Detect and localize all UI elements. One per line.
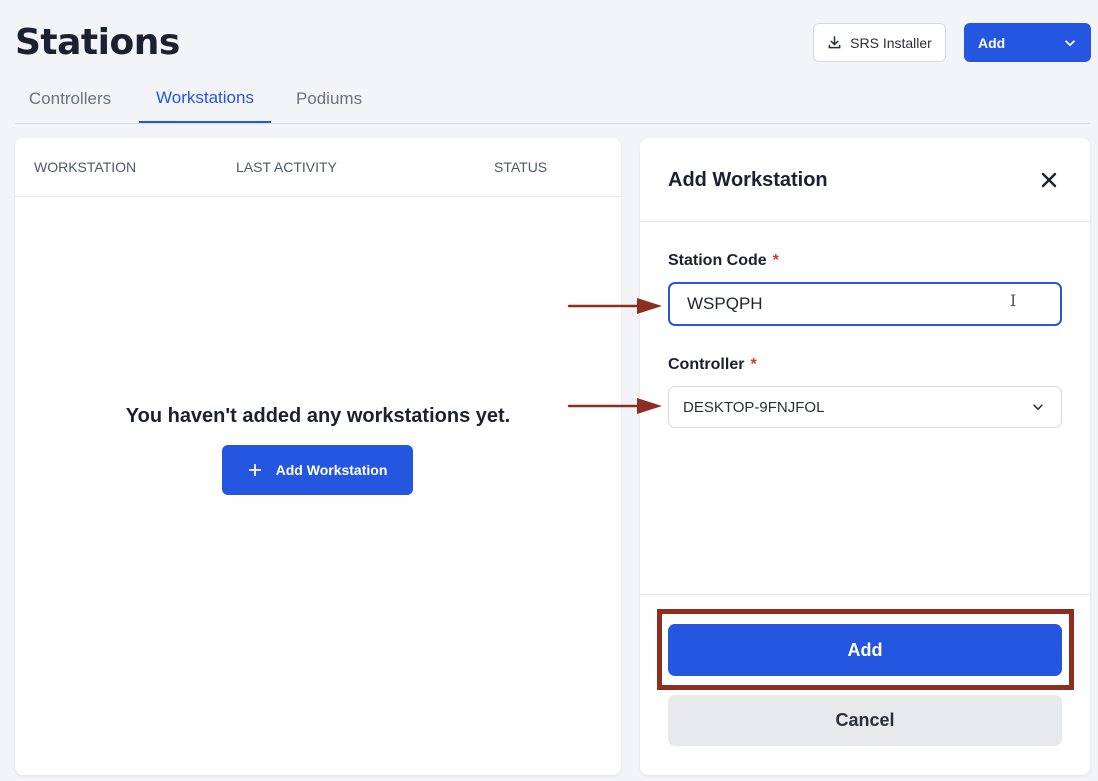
station-code-label: Station Code *: [668, 252, 779, 270]
workstation-list-panel: WORKSTATION LAST ACTIVITY STATUS You hav…: [15, 138, 621, 775]
add-dropdown-button[interactable]: Add: [964, 23, 1091, 62]
tab-controllers[interactable]: Controllers: [15, 75, 125, 123]
add-workstation-panel: Add Workstation Station Code * I Controll…: [640, 138, 1090, 775]
plus-icon: [248, 463, 261, 477]
add-workstation-button[interactable]: Add Workstation: [222, 445, 413, 495]
text-cursor-icon: I: [1010, 291, 1017, 310]
controller-selected-value: DESKTOP-9FNJFOL: [683, 398, 825, 416]
controller-label-text: Controller: [668, 356, 745, 373]
column-header-status[interactable]: STATUS: [494, 159, 547, 175]
controller-label: Controller *: [668, 356, 757, 374]
tab-workstations[interactable]: Workstations: [139, 75, 271, 123]
controller-select[interactable]: DESKTOP-9FNJFOL: [668, 386, 1062, 428]
add-submit-button[interactable]: Add: [668, 624, 1062, 676]
column-header-workstation[interactable]: WORKSTATION: [34, 159, 136, 175]
download-icon: [828, 36, 841, 49]
srs-installer-label: SRS Installer: [850, 34, 932, 51]
add-dropdown-label: Add: [978, 34, 1006, 51]
column-header-last-activity[interactable]: LAST ACTIVITY: [236, 159, 337, 175]
cancel-button[interactable]: Cancel: [668, 695, 1062, 746]
empty-state-message: You haven't added any workstations yet.: [125, 405, 511, 427]
required-asterisk: *: [772, 252, 779, 269]
add-workstation-label: Add Workstation: [275, 462, 388, 478]
tab-podiums[interactable]: Podiums: [283, 75, 375, 123]
panel-title: Add Workstation: [668, 169, 828, 191]
panel-footer-divider: [640, 594, 1090, 595]
panel-header: Add Workstation: [640, 138, 1090, 222]
tab-bar: Controllers Workstations Podiums: [15, 75, 1090, 124]
chevron-down-icon: [1033, 404, 1043, 410]
station-code-input[interactable]: [668, 282, 1062, 326]
chevron-down-icon: [1065, 39, 1075, 46]
table-header: WORKSTATION LAST ACTIVITY STATUS: [15, 138, 621, 197]
station-code-label-text: Station Code: [668, 252, 767, 269]
required-asterisk: *: [750, 356, 757, 373]
close-icon[interactable]: [1038, 169, 1060, 191]
srs-installer-button[interactable]: SRS Installer: [813, 23, 946, 62]
page-title: Stations: [15, 22, 180, 63]
